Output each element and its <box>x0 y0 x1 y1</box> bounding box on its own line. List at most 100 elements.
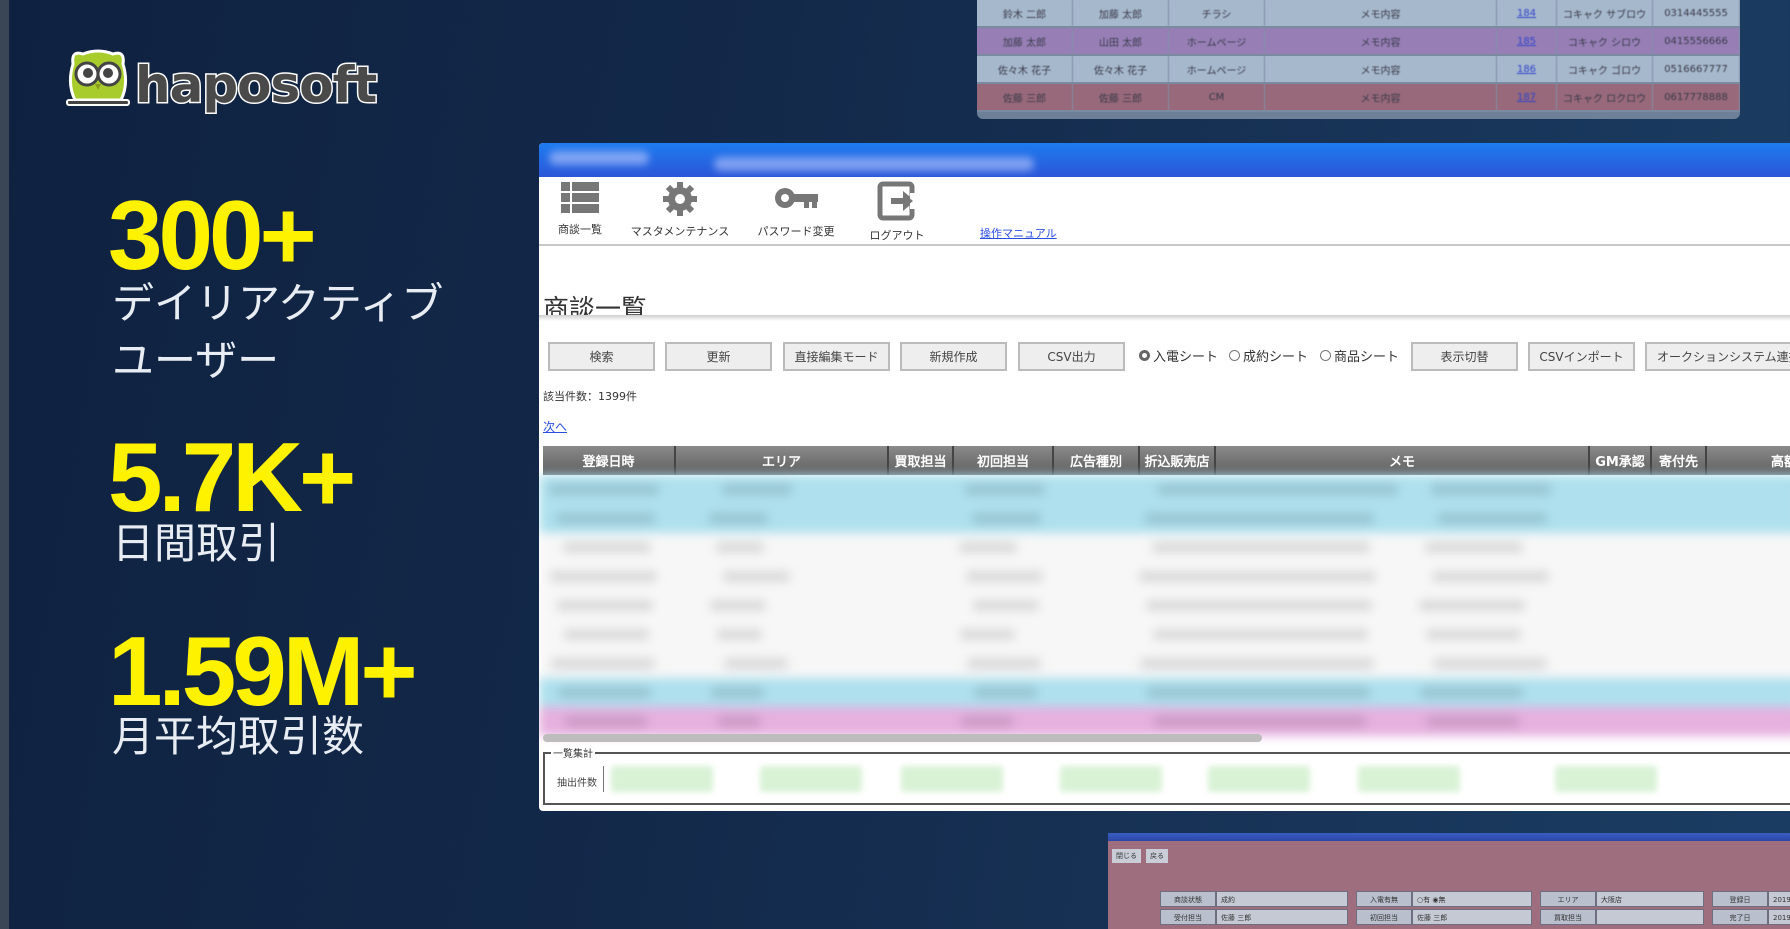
radio-product-sheet[interactable]: 商品シート <box>1320 346 1399 365</box>
bg-table-cell: 0314445555 <box>1653 0 1740 26</box>
bg-table-row: 佐々木 花子 佐々木 花子 ホームページ メモ内容 186 コキャク ゴロウ 0516667… <box>977 56 1740 84</box>
gear-icon <box>662 181 698 217</box>
col-high-value[interactable]: 高額 <box>1707 446 1790 475</box>
stat-monthly-transactions-value: 1.59M+ <box>108 616 418 726</box>
col-registered-at[interactable]: 登録日時 <box>543 446 676 475</box>
table-row[interactable] <box>539 475 1790 504</box>
search-button[interactable]: 検索 <box>548 342 655 371</box>
blurred-cell <box>966 571 1043 582</box>
table-row[interactable] <box>539 562 1790 591</box>
bg-form-label: 登録日 <box>1712 891 1768 907</box>
stat-daily-transactions-value: 5.7K+ <box>108 422 356 532</box>
blurred-cell <box>960 629 1015 640</box>
toolbar-label: ログアウト <box>869 229 925 242</box>
blurred-cell <box>1433 658 1547 669</box>
new-create-button[interactable]: 新規作成 <box>900 342 1007 371</box>
table-row[interactable] <box>539 649 1790 678</box>
toolbar-password-change[interactable]: パスワード変更 <box>755 181 837 239</box>
toolbar-label: 商談一覧 <box>558 223 602 236</box>
bg-table-cell: 186 <box>1497 56 1557 82</box>
blurred-cell <box>723 571 790 582</box>
col-first-contact[interactable]: 初回担当 <box>954 446 1054 475</box>
blurred-cell <box>1438 513 1547 524</box>
table-row[interactable] <box>539 620 1790 649</box>
col-memo[interactable]: メモ <box>1216 446 1590 475</box>
col-ad-type[interactable]: 広告種別 <box>1054 446 1140 475</box>
blurred-cell <box>551 658 655 669</box>
bg-form-value: 成約 <box>1216 891 1348 907</box>
stat-monthly-transactions-label: 月平均取引数 <box>112 712 365 761</box>
table-row[interactable] <box>539 504 1790 533</box>
blurred-cell <box>718 716 760 727</box>
owl-logo-icon <box>66 49 130 106</box>
bg-form-label: 買取担当 <box>1540 909 1596 925</box>
bg-table-row: 鈴木 二郎 加藤 太郎 チラシ メモ内容 184 コキャク サブロウ 0314445555 <box>977 0 1740 28</box>
blurred-cell <box>716 542 764 553</box>
table-row[interactable] <box>539 533 1790 562</box>
bg-form-label: 受付担当 <box>1160 909 1216 925</box>
title-divider <box>539 315 1790 321</box>
radio-contract-sheet[interactable]: 成約シート <box>1229 346 1308 365</box>
blurred-cell <box>1427 716 1519 727</box>
col-area[interactable]: エリア <box>676 446 889 475</box>
manual-link[interactable]: 操作マニュアル <box>980 225 1057 241</box>
bg-table-cell: 加藤 太郎 <box>1073 0 1169 26</box>
key-icon <box>775 188 818 208</box>
extracted-count-label: 抽出件数 <box>557 778 597 789</box>
csv-export-button[interactable]: CSV出力 <box>1018 342 1125 371</box>
refresh-button[interactable]: 更新 <box>665 342 772 371</box>
auction-system-link-button[interactable]: オークションシステム連携 <box>1645 342 1790 371</box>
col-buyer[interactable]: 買取担当 <box>889 446 954 475</box>
bg-form-label: 入電有無 <box>1356 891 1412 907</box>
summary-legend: 一覧集計 <box>551 745 595 760</box>
blurred-cell <box>961 716 1013 727</box>
bg-table-cell: 鈴木 二郎 <box>977 0 1073 26</box>
blurred-cell <box>974 687 1037 698</box>
bg-table-cell: ホームページ <box>1169 56 1265 82</box>
col-gm-approval[interactable]: GM承認 <box>1590 446 1652 475</box>
radio-unchecked-icon <box>1229 350 1240 361</box>
brand-name: haposoft <box>133 55 378 116</box>
col-insert-store[interactable]: 折込販売店 <box>1140 446 1216 475</box>
csv-import-button[interactable]: CSVインポート <box>1528 342 1635 371</box>
left-edge-strip <box>0 0 9 929</box>
toolbar-deal-list[interactable]: 商談一覧 <box>551 181 609 237</box>
table-row[interactable] <box>539 707 1790 736</box>
toolbar-master-maintenance[interactable]: マスタメンテナンス <box>630 181 730 239</box>
blurred-cell <box>550 571 657 582</box>
bg-table-cell: メモ内容 <box>1265 0 1497 26</box>
radio-unchecked-icon <box>1320 350 1331 361</box>
bg-table-cell: 佐藤 三郎 <box>977 84 1073 110</box>
bg-table-cell: コキャク ロクロウ <box>1557 84 1653 110</box>
stat-daily-transactions-label: 日間取引 <box>112 519 281 568</box>
blurred-cell <box>967 658 1041 669</box>
bg-table-cell: 0415556666 <box>1653 28 1740 54</box>
table-row[interactable] <box>539 678 1790 707</box>
col-donation[interactable]: 寄付先 <box>1652 446 1707 475</box>
radio-label: 入電シート <box>1153 350 1219 365</box>
blurred-cell <box>556 513 655 524</box>
table-header: 登録日時 エリア 買取担当 初回担当 広告種別 折込販売店 メモ GM承認 寄付… <box>543 446 1790 475</box>
radio-incoming-sheet[interactable]: 入電シート <box>1139 346 1218 365</box>
radio-label: 商品シート <box>1334 350 1400 365</box>
blurred-cell <box>1147 687 1370 698</box>
horizontal-scrollbar[interactable] <box>543 734 1262 742</box>
bg-table-cell: チラシ <box>1169 0 1265 26</box>
table-row[interactable] <box>539 591 1790 620</box>
toolbar-logout[interactable]: ログアウト <box>867 181 927 243</box>
blurred-cell <box>1140 658 1374 669</box>
app-window: 商談一覧 マスタメンテナンス パスワード変更 ログアウト 操作マニュアル 商談一… <box>539 143 1790 811</box>
blurred-cell <box>959 542 1017 553</box>
next-page-link[interactable]: 次へ <box>543 418 567 435</box>
blurred-cell <box>972 513 1041 524</box>
blurred-cell <box>557 600 653 611</box>
toolbar-label: マスタメンテナンス <box>630 225 730 238</box>
logout-icon <box>877 181 915 221</box>
bg-table-cell: ホームページ <box>1169 28 1265 54</box>
blurred-cell <box>563 542 651 553</box>
blurred-cell <box>1153 629 1368 640</box>
direct-edit-mode-button[interactable]: 直接編集モード <box>783 342 890 371</box>
display-toggle-button[interactable]: 表示切替 <box>1411 342 1518 371</box>
bg-form-label: 完了日 <box>1712 909 1768 925</box>
close-button: 閉じる <box>1112 849 1141 863</box>
